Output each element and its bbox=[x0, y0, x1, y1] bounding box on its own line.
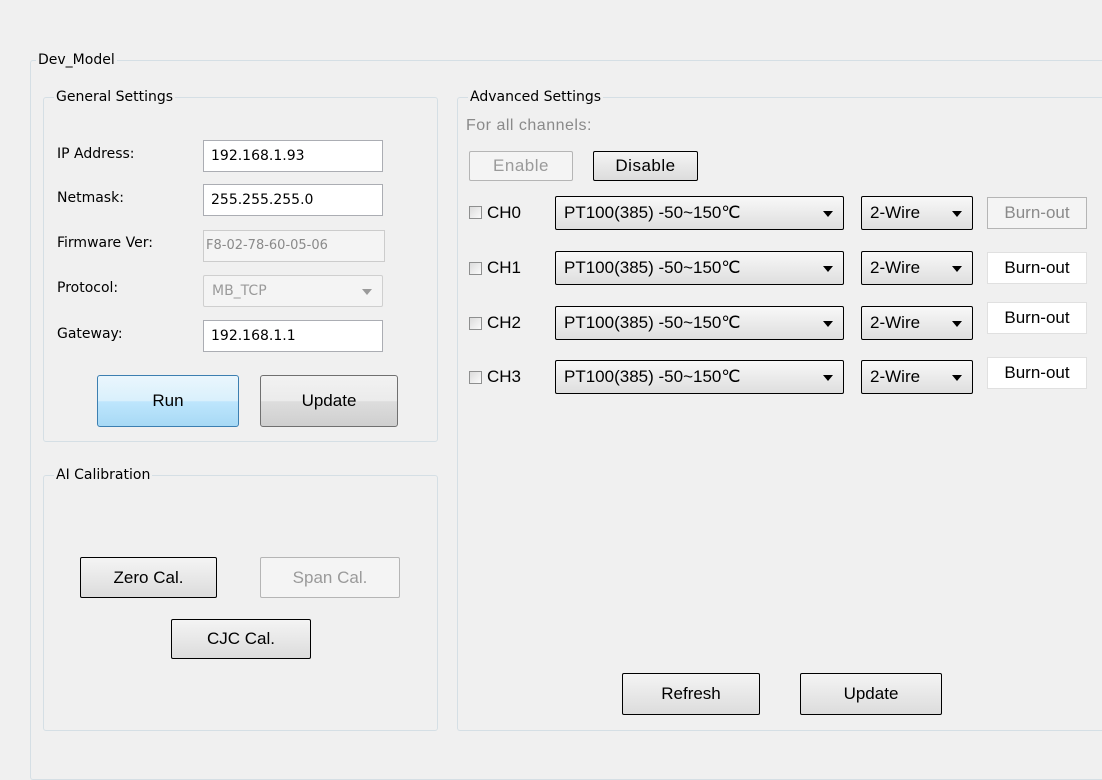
general-settings-title: General Settings bbox=[54, 89, 176, 105]
ch0-range-value: PT100(385) -50~150℃ bbox=[564, 203, 741, 222]
ch2-wire-value: 2-Wire bbox=[870, 313, 921, 332]
ch3-range-value: PT100(385) -50~150℃ bbox=[564, 367, 741, 386]
ch1-label: CH1 bbox=[487, 258, 522, 277]
ch1-checkbox[interactable] bbox=[469, 262, 482, 275]
disable-button[interactable]: Disable bbox=[593, 151, 698, 181]
ch2-wire-select[interactable]: 2-Wire bbox=[861, 306, 973, 340]
span-cal-button: Span Cal. bbox=[260, 557, 400, 598]
firmware-field: F8-02-78-60-05-06 bbox=[203, 230, 385, 262]
advanced-settings-group bbox=[457, 97, 1102, 731]
chevron-down-icon bbox=[952, 211, 962, 217]
ch2-burnout-field[interactable]: Burn-out bbox=[987, 302, 1087, 334]
ch0-wire-value: 2-Wire bbox=[870, 203, 921, 222]
netmask-label: Netmask: bbox=[57, 190, 124, 206]
netmask-input[interactable]: 255.255.255.0 bbox=[203, 184, 383, 216]
ch0-checkbox[interactable] bbox=[469, 206, 482, 219]
ch1-burnout-field[interactable]: Burn-out bbox=[987, 252, 1087, 284]
ai-calibration-title: AI Calibration bbox=[54, 467, 153, 483]
ch0-burnout-field: Burn-out bbox=[987, 197, 1087, 229]
advanced-update-button[interactable]: Update bbox=[800, 673, 942, 715]
firmware-label: Firmware Ver: bbox=[57, 235, 153, 251]
general-update-button[interactable]: Update bbox=[260, 375, 398, 427]
ch1-range-select[interactable]: PT100(385) -50~150℃ bbox=[555, 251, 844, 285]
refresh-button[interactable]: Refresh bbox=[622, 673, 760, 715]
chevron-down-icon bbox=[823, 266, 833, 272]
protocol-label: Protocol: bbox=[57, 280, 119, 296]
ch3-label: CH3 bbox=[487, 367, 522, 386]
enable-button: Enable bbox=[469, 151, 573, 181]
ch1-wire-select[interactable]: 2-Wire bbox=[861, 251, 973, 285]
gateway-label: Gateway: bbox=[57, 326, 123, 342]
ch3-range-select[interactable]: PT100(385) -50~150℃ bbox=[555, 360, 844, 394]
run-button[interactable]: Run bbox=[97, 375, 239, 427]
ch0-range-select[interactable]: PT100(385) -50~150℃ bbox=[555, 196, 844, 230]
protocol-select: MB_TCP bbox=[203, 275, 383, 307]
ip-address-label: IP Address: bbox=[57, 146, 135, 162]
ch0-wire-select[interactable]: 2-Wire bbox=[861, 196, 973, 230]
chevron-down-icon bbox=[823, 211, 833, 217]
ch2-range-select[interactable]: PT100(385) -50~150℃ bbox=[555, 306, 844, 340]
advanced-settings-title: Advanced Settings bbox=[468, 89, 604, 105]
ip-address-input[interactable]: 192.168.1.93 bbox=[203, 140, 383, 172]
ch3-wire-value: 2-Wire bbox=[870, 367, 921, 386]
protocol-value: MB_TCP bbox=[212, 283, 267, 299]
chevron-down-icon bbox=[823, 375, 833, 381]
chevron-down-icon bbox=[952, 266, 962, 272]
gateway-input[interactable]: 192.168.1.1 bbox=[203, 320, 383, 352]
all-channels-label: For all channels: bbox=[466, 117, 592, 134]
chevron-down-icon bbox=[952, 321, 962, 327]
zero-cal-button[interactable]: Zero Cal. bbox=[80, 557, 217, 598]
ch3-checkbox[interactable] bbox=[469, 371, 482, 384]
cjc-cal-button[interactable]: CJC Cal. bbox=[171, 619, 311, 659]
ch1-range-value: PT100(385) -50~150℃ bbox=[564, 258, 741, 277]
ch0-label: CH0 bbox=[487, 203, 522, 222]
ch1-wire-value: 2-Wire bbox=[870, 258, 921, 277]
ch2-label: CH2 bbox=[487, 313, 522, 332]
ai-calibration-group bbox=[43, 475, 438, 731]
chevron-down-icon bbox=[823, 321, 833, 327]
ch2-checkbox[interactable] bbox=[469, 317, 482, 330]
chevron-down-icon bbox=[362, 289, 372, 295]
chevron-down-icon bbox=[952, 375, 962, 381]
ch2-range-value: PT100(385) -50~150℃ bbox=[564, 313, 741, 332]
ch3-wire-select[interactable]: 2-Wire bbox=[861, 360, 973, 394]
dev-model-title: Dev_Model bbox=[36, 52, 117, 68]
ch3-burnout-field[interactable]: Burn-out bbox=[987, 357, 1087, 389]
